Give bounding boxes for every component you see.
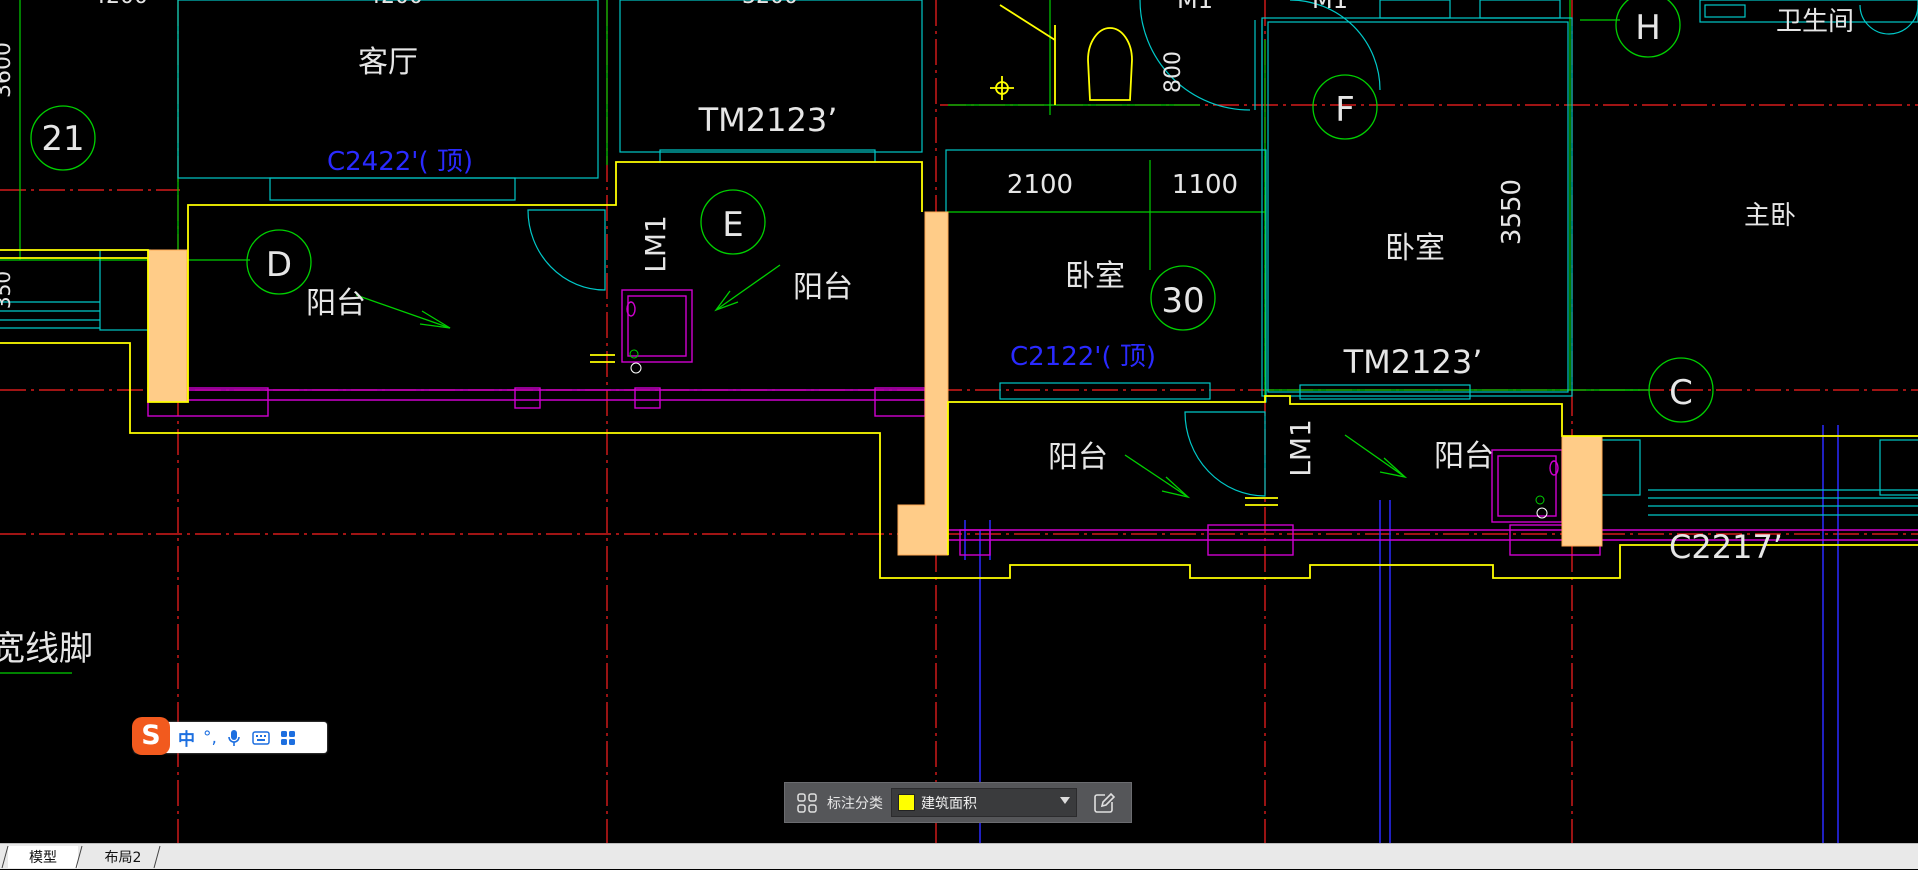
category-color-swatch	[898, 794, 915, 811]
room-label-balcony-3: 阳台	[1048, 440, 1108, 475]
grid-bubble-d: D	[266, 245, 292, 285]
door-label-tm2123-2: TM2123’	[1343, 343, 1483, 381]
window-label-c2122: C2122'( 顶)	[1010, 342, 1156, 372]
window-label-c2422: C2422'( 顶)	[327, 147, 473, 177]
grid-bubble-e: E	[722, 205, 743, 245]
dim-1100: 1100	[1172, 170, 1238, 200]
blue-lines	[964, 425, 1839, 843]
dim-top-right: 3200	[742, 0, 798, 9]
room-label-bedroom-2: 卧室	[1385, 231, 1445, 266]
tab-separators	[1, 845, 161, 869]
area-boundary	[0, 4, 1918, 579]
grid-bubble-c: C	[1669, 373, 1693, 413]
annotation-category-dropdown[interactable]: 建筑面积	[891, 788, 1077, 817]
category-grid-button[interactable]	[789, 785, 825, 821]
room-label-balcony-1: 阳台	[306, 286, 366, 321]
ime-toolbar[interactable]: S 中 °,	[132, 716, 327, 755]
annotation-category-toolbar: 标注分类 建筑面积	[784, 782, 1132, 823]
door-label-tm2123-1: TM2123’	[698, 101, 838, 139]
microphone-icon[interactable]	[224, 728, 244, 748]
door-label-lm1-2: LM1	[1284, 419, 1317, 477]
door-label-m1-1: M1	[1177, 0, 1213, 14]
door-label-m1-2: M1	[1312, 0, 1348, 14]
room-label-living: 客厅	[358, 45, 418, 80]
room-label-bathroom: 卫生间	[1776, 7, 1854, 37]
grid-axis-lines	[0, 0, 1918, 843]
window-label-c2217: C2217’	[1669, 528, 1783, 566]
ime-mode-toggle[interactable]: 中	[178, 725, 195, 750]
room-label-bedroom-1: 卧室	[1065, 259, 1125, 294]
floor-plan-drawing: 21 D E 30 F H C 客厅 阳台 阳台 卧室 卧室 阳台 阳台 主卧 …	[0, 0, 1918, 843]
chevron-down-icon	[1060, 797, 1070, 804]
dim-left-vertical: 3600	[0, 42, 16, 98]
edit-pencil-icon	[1094, 792, 1115, 813]
grid-bubble-f: F	[1335, 90, 1355, 130]
layout-tab-bar: 模型 布局2	[0, 843, 1918, 869]
selected-category-text: 建筑面积	[921, 795, 977, 812]
annotation-category-label: 标注分类	[827, 795, 883, 812]
dim-left-side: 350	[0, 271, 15, 309]
keyboard-icon[interactable]	[251, 728, 271, 748]
cad-drawing-canvas[interactable]: 21 D E 30 F H C 客厅 阳台 阳台 卧室 卧室 阳台 阳台 主卧 …	[0, 0, 1918, 843]
dim-top-middle: 4200	[367, 0, 423, 9]
dim-top-left: 4200	[92, 0, 148, 9]
dim-3550: 3550	[1497, 179, 1527, 245]
dim-800: 800	[1161, 51, 1186, 93]
grid-bubble-h: H	[1635, 8, 1661, 48]
ime-punctuation-toggle[interactable]: °,	[203, 728, 217, 748]
grid-bubble-30: 30	[1161, 281, 1204, 321]
grid-bubble-21: 21	[41, 119, 84, 159]
four-squares-icon	[797, 792, 817, 813]
dim-2100: 2100	[1007, 170, 1073, 200]
text-wide-baseboard: 宽线脚	[0, 629, 93, 669]
edit-category-button[interactable]	[1089, 788, 1119, 818]
door-label-lm1-1: LM1	[639, 215, 672, 273]
room-label-balcony-4: 阳台	[1434, 439, 1494, 474]
hatched-wall-areas	[147, 211, 1603, 556]
sogou-logo-icon[interactable]: S	[132, 716, 170, 755]
toolbox-grid-icon[interactable]	[278, 728, 298, 748]
room-label-master-bedroom: 主卧	[1744, 201, 1796, 231]
room-label-balcony-2: 阳台	[793, 270, 853, 305]
